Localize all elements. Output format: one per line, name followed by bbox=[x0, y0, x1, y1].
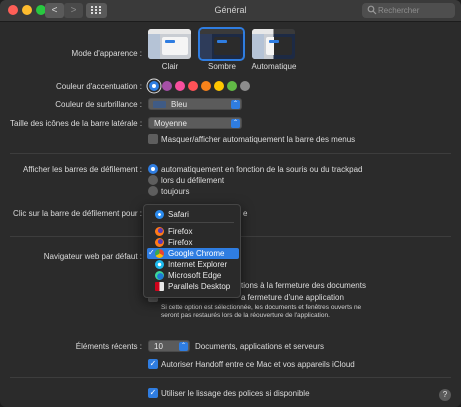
recent-items-suffix: Documents, applications et serveurs bbox=[195, 342, 324, 351]
scrollbars-always-label: toujours bbox=[161, 187, 190, 196]
accent-color-label: Couleur d'accentuation : bbox=[55, 82, 142, 91]
firefox-icon bbox=[155, 227, 164, 236]
default-browser-menu: Safari Firefox Firefox ✓ Google Chrome Intern… bbox=[143, 204, 241, 298]
appearance-light-label: Clair bbox=[161, 62, 179, 71]
appearance-label: Mode d'apparence : bbox=[71, 49, 142, 58]
browser-menu-item[interactable]: Internet Explorer bbox=[147, 259, 239, 270]
appearance-auto-thumbnail[interactable] bbox=[252, 29, 295, 59]
close-app-label: a fermeture d'une application bbox=[241, 293, 344, 302]
recent-items-value: 10 bbox=[154, 342, 163, 351]
browser-menu-item[interactable]: Firefox bbox=[147, 226, 239, 237]
browser-menu-item[interactable]: Safari bbox=[147, 209, 239, 220]
scrollbars-auto-radio[interactable] bbox=[148, 164, 158, 174]
appearance-light-thumbnail[interactable] bbox=[148, 29, 191, 59]
edge-icon bbox=[155, 271, 164, 280]
popup-chevron-icon: ⌃ bbox=[231, 100, 240, 109]
section-divider bbox=[10, 153, 451, 154]
search-input[interactable] bbox=[378, 4, 450, 16]
scrollbars-auto-label: automatiquement en fonction de la souris… bbox=[161, 165, 363, 174]
highlight-color-popup[interactable]: Bleu ⌃ bbox=[148, 98, 242, 110]
highlight-swatch bbox=[153, 101, 166, 108]
menu-separator bbox=[152, 222, 234, 223]
browser-menu-item-label: Firefox bbox=[168, 227, 193, 236]
firefox-icon bbox=[155, 238, 164, 247]
browser-menu-item-label: Internet Explorer bbox=[168, 260, 228, 269]
scroll-click-option-text: e bbox=[243, 209, 248, 218]
browser-menu-item-label: Microsoft Edge bbox=[168, 271, 222, 280]
scroll-click-label: Clic sur la barre de défilement pour : bbox=[13, 209, 142, 218]
handoff-label: Autoriser Handoff entre ce Mac et vos ap… bbox=[161, 360, 355, 369]
accent-color-swatch[interactable] bbox=[149, 81, 159, 91]
appearance-dark-label: Sombre bbox=[207, 62, 236, 71]
search-icon bbox=[367, 5, 377, 15]
close-docs-label: tions à la fermeture des documents bbox=[241, 281, 366, 290]
search-field[interactable] bbox=[362, 3, 455, 18]
scrollbars-label: Afficher les barres de défilement : bbox=[22, 165, 142, 174]
help-button[interactable]: ? bbox=[439, 389, 451, 401]
popup-chevron-icon: ⌃ bbox=[179, 342, 188, 351]
appearance-dark-thumbnail[interactable] bbox=[200, 29, 243, 59]
title-bar: < > Général bbox=[0, 0, 461, 22]
safari-icon bbox=[155, 210, 164, 219]
highlight-color-label: Couleur de surbrillance : bbox=[55, 100, 142, 109]
browser-menu-item[interactable]: Firefox bbox=[147, 237, 239, 248]
browser-menu-item[interactable]: ✓ Google Chrome bbox=[147, 248, 239, 259]
browser-menu-item-label: Safari bbox=[168, 210, 189, 219]
browser-menu-item-label: Firefox bbox=[168, 238, 193, 247]
accent-color-swatch[interactable] bbox=[227, 81, 237, 91]
recent-items-label: Éléments récents : bbox=[75, 342, 142, 351]
parallels-icon bbox=[155, 282, 164, 291]
scrollbars-when-scrolling-label: lors du défilement bbox=[161, 176, 225, 185]
font-smoothing-checkbox[interactable]: ✓ bbox=[148, 388, 158, 398]
sidebar-icon-size-label: Taille des icônes de la barre latérale : bbox=[10, 119, 143, 128]
menubar-autohide-label: Masquer/afficher automatiquement la barr… bbox=[161, 135, 356, 144]
recent-items-popup[interactable]: 10 ⌃ bbox=[148, 340, 190, 352]
handoff-checkbox[interactable]: ✓ bbox=[148, 359, 158, 369]
section-divider bbox=[10, 377, 451, 378]
font-smoothing-label: Utiliser le lissage des polices si dispo… bbox=[161, 389, 310, 398]
browser-menu-item[interactable]: Parallels Desktop bbox=[147, 281, 239, 292]
accent-color-swatch[interactable] bbox=[175, 81, 185, 91]
accent-color-swatch[interactable] bbox=[201, 81, 211, 91]
accent-color-swatch[interactable] bbox=[188, 81, 198, 91]
internet-explorer-icon bbox=[155, 260, 164, 269]
accent-color-swatch[interactable] bbox=[162, 81, 172, 91]
accent-color-swatch[interactable] bbox=[240, 81, 250, 91]
popup-chevron-icon: ⌃ bbox=[231, 119, 240, 128]
scrollbars-always-radio[interactable] bbox=[148, 186, 158, 196]
scrollbars-when-scrolling-radio[interactable] bbox=[148, 175, 158, 185]
browser-menu-item[interactable]: Microsoft Edge bbox=[147, 270, 239, 281]
sidebar-icon-size-value: Moyenne bbox=[154, 119, 187, 128]
default-browser-label: Navigateur web par défaut : bbox=[43, 252, 142, 261]
menubar-autohide-checkbox[interactable] bbox=[148, 134, 158, 144]
appearance-auto-label: Automatique bbox=[251, 62, 297, 71]
checkmark-icon: ✓ bbox=[148, 248, 155, 257]
preferences-window: < > Général Mode d'apparence : bbox=[0, 0, 461, 407]
highlight-color-value: Bleu bbox=[171, 100, 188, 109]
chrome-icon bbox=[155, 249, 164, 258]
accent-color-swatch[interactable] bbox=[214, 81, 224, 91]
restore-note: Si cette option est sélectionnée, les do… bbox=[161, 304, 362, 319]
browser-menu-item-label: Parallels Desktop bbox=[168, 282, 231, 291]
browser-menu-item-label: Google Chrome bbox=[168, 249, 225, 258]
sidebar-icon-size-popup[interactable]: Moyenne ⌃ bbox=[148, 117, 242, 129]
